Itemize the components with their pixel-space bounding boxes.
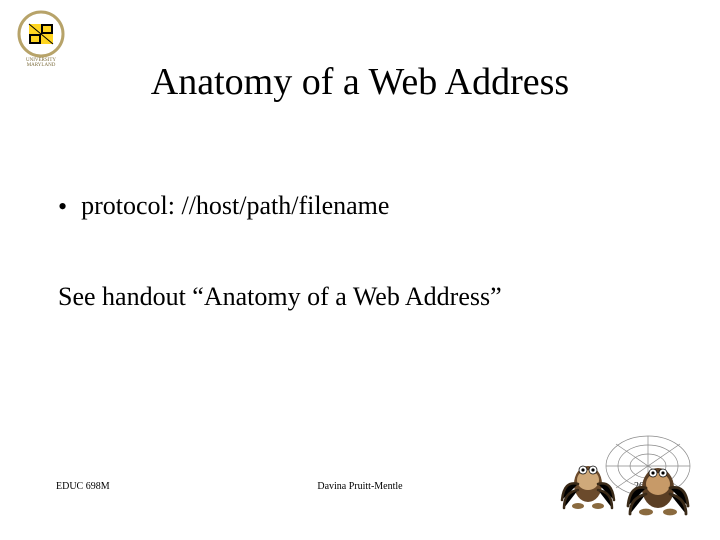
slide: UNIVERSITY MARYLAND Anatomy of a Web Add… bbox=[0, 0, 720, 540]
bullet-text: protocol: //host/path/filename bbox=[81, 190, 389, 223]
slide-title: Anatomy of a Web Address bbox=[0, 60, 720, 104]
handout-reference: See handout “Anatomy of a Web Address” bbox=[58, 281, 680, 314]
bullet-item: • protocol: //host/path/filename bbox=[58, 190, 680, 223]
slide-body: • protocol: //host/path/filename See han… bbox=[58, 190, 680, 313]
spiders-on-web-icon bbox=[558, 424, 698, 524]
bullet-dot-icon: • bbox=[58, 194, 67, 227]
